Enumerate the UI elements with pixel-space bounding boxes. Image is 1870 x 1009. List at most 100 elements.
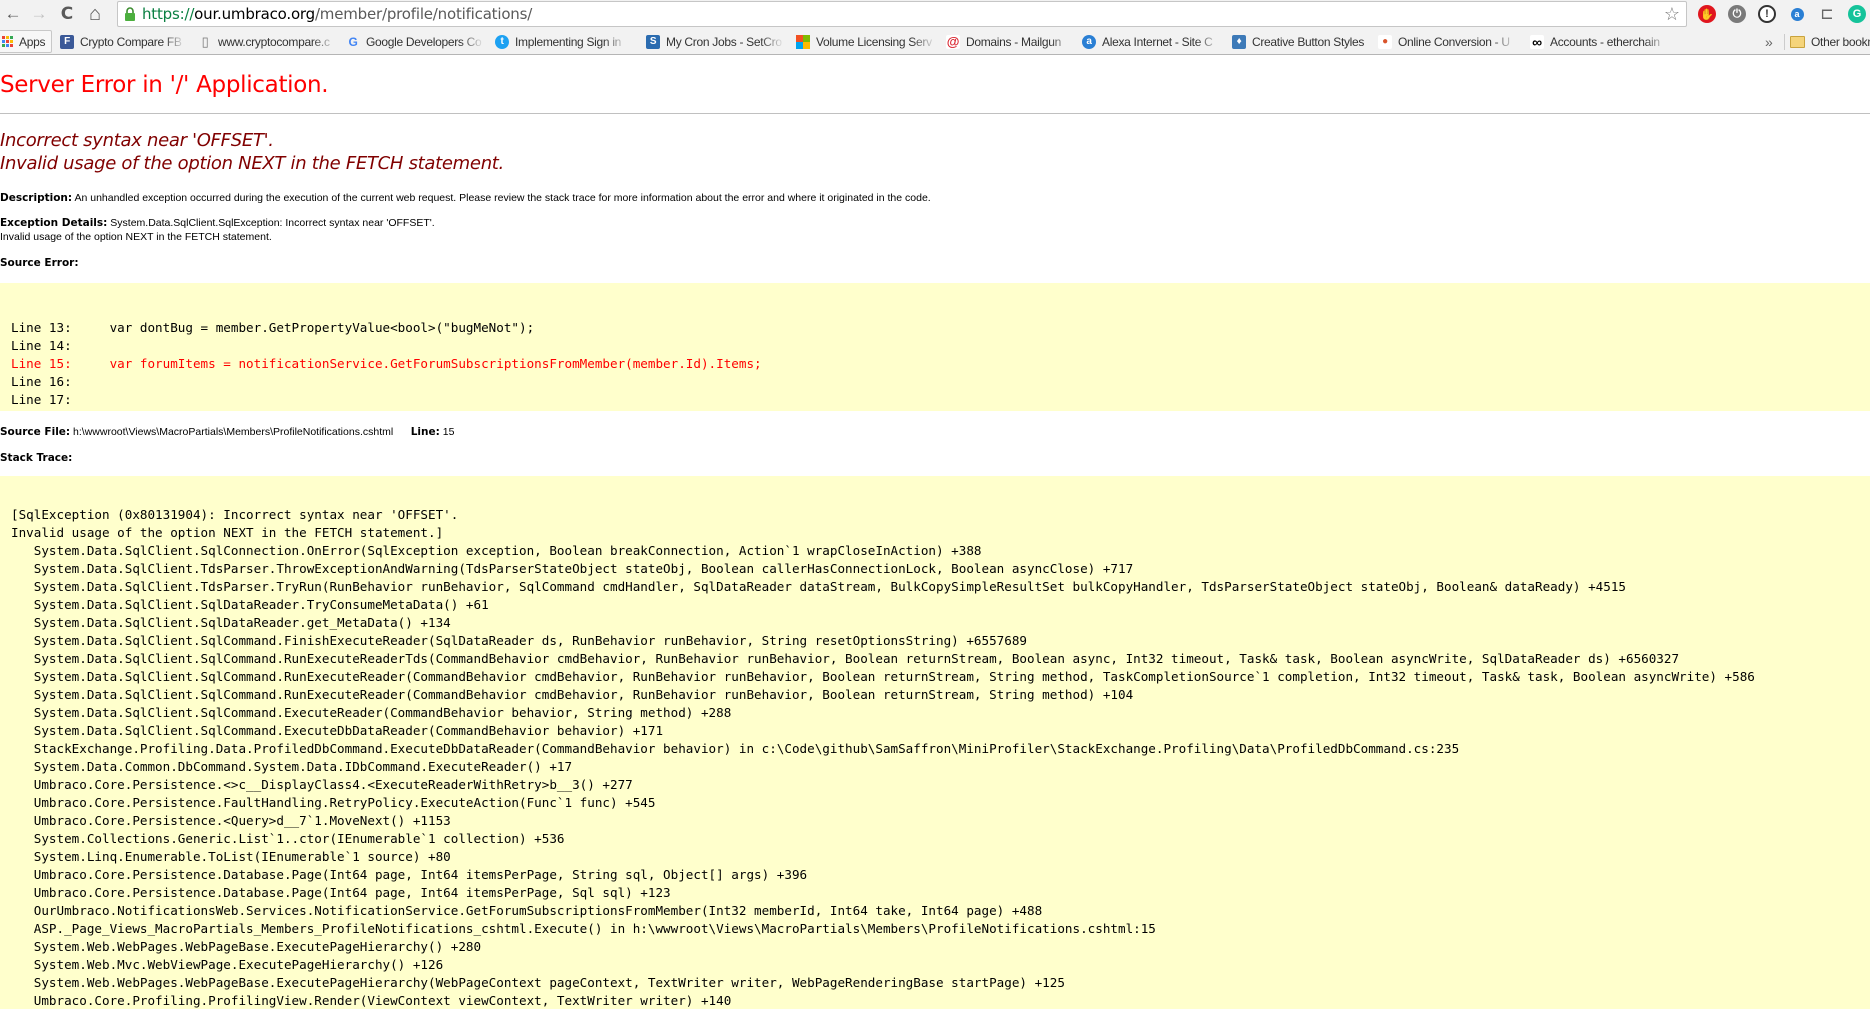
bookmark-label: Domains - Mailgun [966,34,1061,49]
bookmark-label: Crypto Compare FB [80,34,182,49]
power-extension-button[interactable]: ⏻ [1726,3,1748,25]
description-label: Description: [0,192,73,204]
cast-icon: ⊏ [1820,6,1834,23]
title-divider [0,113,1870,114]
stack-trace-line: System.Data.SqlClient.SqlCommand.RunExec… [11,687,1134,702]
stack-trace-line: System.Data.SqlClient.TdsParser.TryRun(R… [11,579,1626,594]
source-file-label: Source File: [0,426,71,438]
stack-trace-line: System.Data.SqlClient.SqlCommand.FinishE… [11,633,1027,648]
stack-trace-line: Umbraco.Core.Persistence.<Query>d__7`1.M… [11,813,451,828]
source-file-row: Source File: h:\wwwroot\Views\MacroParti… [0,426,454,438]
stack-trace-line: System.Linq.Enumerable.ToList(IEnumerabl… [11,849,451,864]
description-text: An unhandled exception occurred during t… [74,192,931,204]
stack-trace-line: System.Data.Common.DbCommand.System.Data… [11,759,573,774]
address-bar[interactable]: https://our.umbraco.org/member/profile/n… [117,1,1687,27]
line-number: 15 [442,426,455,438]
adblock-extension-icon: ✋ [1698,5,1716,23]
bookmark-online-conversion[interactable]: ● Online Conversion - U [1378,32,1516,51]
setcronjob-icon: S [646,34,660,49]
bookmark-volume-licensing[interactable]: Volume Licensing Serv [796,32,936,51]
google-icon: G [348,34,358,49]
url-text[interactable]: https://our.umbraco.org/member/profile/n… [142,5,532,23]
twitter-icon: t [495,34,509,49]
bookmark-google-developers[interactable]: G Google Developers Co [346,32,484,51]
url-path: /member/profile/notifications/ [314,5,533,23]
stack-trace-line: System.Web.Mvc.WebViewPage.ExecutePageHi… [11,957,444,972]
source-file-path: h:\wwwroot\Views\MacroPartials\Members\P… [73,426,394,438]
bookmark-implementing-sign-in[interactable]: t Implementing Sign in [495,32,627,51]
online-conversion-icon: ● [1378,34,1392,49]
bookmark-label: Alexa Internet - Site C [1102,34,1213,49]
stack-trace-label: Stack Trace: [0,452,73,464]
stack-trace-row: Stack Trace: [0,452,72,464]
description-row: Description: An unhandled exception occu… [0,192,931,204]
apps-label: Apps [19,34,46,49]
source-line-highlighted: Line 15: var forumItems = notificationSe… [11,356,762,371]
back-button[interactable]: ← [2,3,24,25]
line-label: Line: [410,426,440,438]
bookmark-crypto-compare-fb[interactable]: F Crypto Compare FB [60,32,185,51]
alexa-extension-icon: a [1790,7,1804,21]
grammarly-extension-button[interactable]: G [1846,3,1868,25]
stack-trace-line: System.Data.SqlClient.SqlCommand.Execute… [11,705,732,720]
forward-arrow-icon: → [30,4,48,23]
stack-trace-line: OurUmbraco.NotificationsWeb.Services.Not… [11,903,1043,918]
alexa-icon: a [1082,34,1096,49]
error-message-line-2: Invalid usage of the option NEXT in the … [0,153,504,174]
source-line: Line 17: [11,392,72,407]
stack-trace-line: System.Data.SqlClient.SqlCommand.RunExec… [11,651,1680,666]
other-bookmarks-label: Other bookmarks [1811,34,1870,49]
apps-button[interactable]: Apps [0,30,53,53]
power-extension-icon: ⏻ [1728,5,1746,23]
bookmark-label: Implementing Sign in [515,34,622,49]
adblock-extension-button[interactable]: ✋ [1696,3,1718,25]
source-error-block: Line 13: var dontBug = member.GetPropert… [0,283,1870,411]
bookmark-label: My Cron Jobs - SetCro [666,34,782,49]
bookmark-cryptocompare[interactable]: ▯ www.cryptocompare.c [198,32,336,51]
alexa-extension-button[interactable]: a [1786,3,1808,25]
url-host: our.umbraco.org [194,5,315,23]
facebook-icon: F [60,34,74,49]
back-arrow-icon: ← [4,4,22,23]
source-line: Line 14: [11,338,72,353]
stack-trace-line: System.Data.SqlClient.SqlDataReader.TryC… [11,597,489,612]
reload-button[interactable]: C [56,3,78,25]
stack-trace-line: ASP._Page_Views_MacroPartials_Members_Pr… [11,921,1156,936]
bookmark-my-cron-jobs[interactable]: S My Cron Jobs - SetCro [646,32,784,51]
stack-trace-block: [SqlException (0x80131904): Incorrect sy… [0,476,1870,1009]
exception-details-text-2: Invalid usage of the option NEXT in the … [0,231,272,243]
bookmark-accounts-etherchain[interactable]: ∞ Accounts - etherchain [1530,32,1668,51]
source-line: Line 13: var dontBug = member.GetPropert… [11,320,535,335]
page-icon: ▯ [201,33,209,49]
bookmark-label: Volume Licensing Serv [816,34,932,49]
stack-trace-line: System.Data.SqlClient.SqlConnection.OnEr… [11,543,982,558]
password-manager-extension-icon: ! [1758,5,1776,23]
stack-trace-line: StackExchange.Profiling.Data.ProfiledDbC… [11,741,1460,756]
folder-icon [1790,35,1805,48]
password-manager-extension-button[interactable]: ! [1756,3,1778,25]
lock-icon [125,7,135,21]
bookmark-label: Accounts - etherchain [1550,34,1660,49]
bookmarks-bar: Apps F Crypto Compare FB ▯ www.cryptocom… [0,28,1870,55]
bookmark-creative-button-styles[interactable]: ♦ Creative Button Styles [1232,32,1382,51]
bookmark-alexa-internet[interactable]: a Alexa Internet - Site C [1082,32,1220,51]
error-message-line-1: Incorrect syntax near 'OFFSET'. [0,130,274,151]
stack-trace-line: Umbraco.Core.Profiling.ProfilingView.Ren… [11,993,732,1008]
bookmarks-overflow-button[interactable]: » [1765,32,1773,51]
exception-details-row: Exception Details: System.Data.SqlClient… [0,217,435,229]
other-bookmarks-folder[interactable]: Other bookmarks [1790,32,1870,51]
forward-button[interactable]: → [28,3,50,25]
link-icon: ∞ [1530,34,1544,50]
stack-trace-line: System.Data.SqlClient.TdsParser.ThrowExc… [11,561,1134,576]
microsoft-icon [796,34,810,49]
cast-button[interactable]: ⊏ [1816,3,1838,25]
mailgun-icon: @ [946,34,960,49]
page-title: Server Error in '/' Application. [0,72,329,98]
source-error-label: Source Error: [0,257,79,269]
bookmark-domains-mailgun[interactable]: @ Domains - Mailgun [946,32,1072,51]
bookmark-star-icon[interactable]: ☆ [1664,4,1680,25]
url-scheme: https:// [142,5,195,23]
home-button[interactable]: ⌂ [84,3,106,25]
stack-trace-line: System.Web.WebPages.WebPageBase.ExecuteP… [11,975,1065,990]
grammarly-extension-icon: G [1848,5,1866,23]
